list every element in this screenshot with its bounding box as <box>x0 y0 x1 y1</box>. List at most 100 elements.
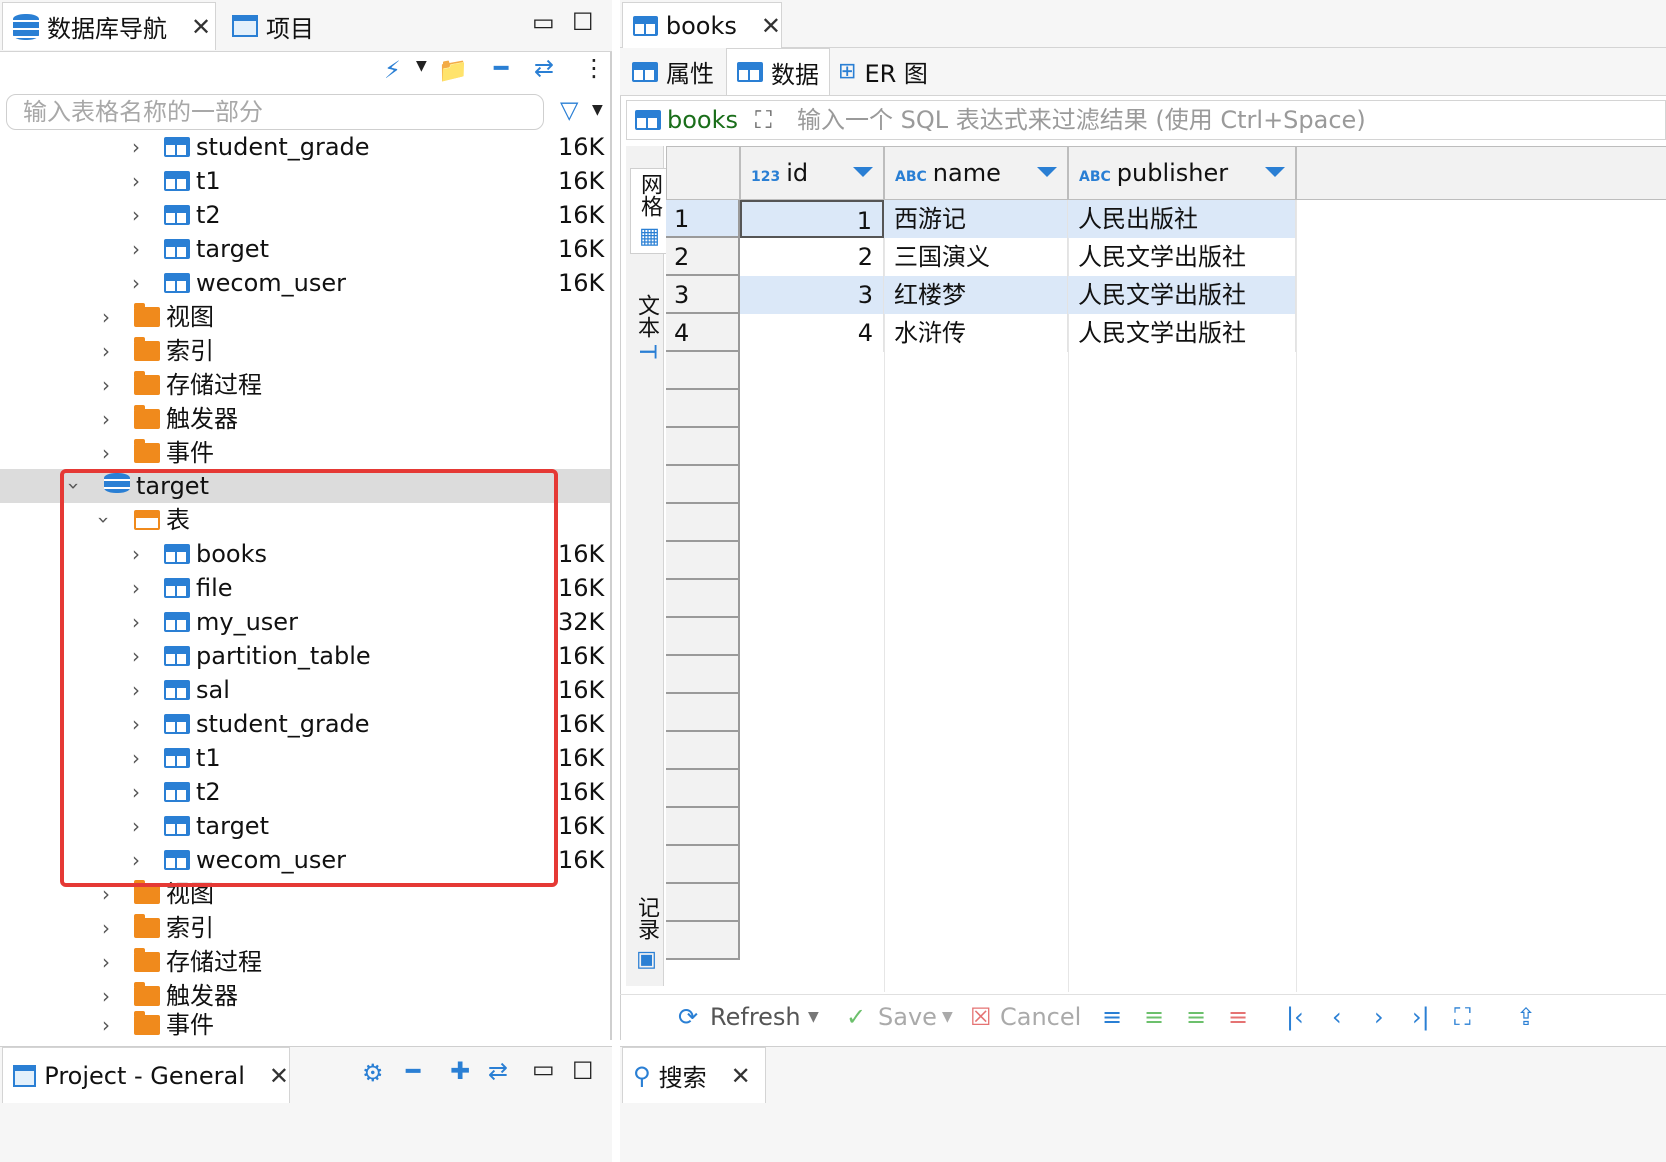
cell-id[interactable]: 4 <box>740 314 884 352</box>
link-editor-icon[interactable]: ⇄ <box>534 54 554 82</box>
fetch-all-icon[interactable]: ⛶ <box>1454 1003 1471 1031</box>
cell-id[interactable]: 2 <box>740 238 884 276</box>
tab-books[interactable]: books ✕ <box>622 2 782 48</box>
table-row[interactable]: 3 3 红楼梦 人民文学出版社 <box>666 276 1666 314</box>
tree-item-procedures[interactable]: › 存储过程 <box>0 368 610 402</box>
column-header-name[interactable]: ABC name <box>884 146 1068 200</box>
minimize-icon[interactable]: ▭ <box>532 1055 555 1083</box>
minimize-icon[interactable]: ▭ <box>532 8 555 36</box>
close-icon[interactable]: ✕ <box>269 1062 289 1090</box>
add-row-icon[interactable]: ≡ <box>1144 1003 1164 1031</box>
cancel-icon[interactable]: ☒ <box>970 1003 992 1031</box>
chevron-right-icon[interactable]: › <box>102 334 110 368</box>
tree-item-triggers[interactable]: › 触发器 <box>0 402 610 436</box>
refresh-icon[interactable]: ⟳ <box>678 1003 698 1031</box>
more-icon[interactable]: ⋮ <box>582 54 606 82</box>
cell-id[interactable]: 3 <box>740 276 884 314</box>
collapse-icon[interactable]: ━ <box>406 1057 420 1085</box>
refresh-button[interactable]: Refresh <box>710 1003 801 1031</box>
tab-project-general[interactable]: Project - General ✕ <box>2 1047 290 1103</box>
link-editor-icon[interactable]: ⇄ <box>488 1057 508 1085</box>
tree-item-table[interactable]: › student_grade 16K <box>0 130 610 164</box>
next-page-icon[interactable]: › <box>1374 1003 1384 1031</box>
collapse-icon[interactable]: ━ <box>494 54 508 82</box>
chevron-right-icon[interactable]: › <box>102 1008 110 1038</box>
tree-item-procedures[interactable]: › 存储过程 <box>0 945 610 979</box>
first-page-icon[interactable]: |‹ <box>1286 1003 1304 1031</box>
chevron-down-icon[interactable]: ▼ <box>942 1009 953 1025</box>
cell-publisher[interactable]: 人民出版社 <box>1068 200 1296 238</box>
tree-item-indexes[interactable]: › 索引 <box>0 334 610 368</box>
close-icon[interactable]: ✕ <box>191 13 211 41</box>
copy-row-icon[interactable]: ≡ <box>1186 1003 1206 1031</box>
close-icon[interactable]: ✕ <box>731 1062 751 1090</box>
chevron-right-icon[interactable]: › <box>102 911 110 945</box>
cell-publisher[interactable]: 人民文学出版社 <box>1068 238 1296 276</box>
tree-item-views[interactable]: › 视图 <box>0 300 610 334</box>
tab-database-navigator[interactable]: 数据库导航 ✕ <box>2 2 216 50</box>
new-folder-icon[interactable]: 📁 <box>438 56 468 84</box>
previous-page-icon[interactable]: ‹ <box>1332 1003 1342 1031</box>
chevron-down-icon[interactable]: ▼ <box>808 1009 819 1025</box>
chevron-right-icon[interactable]: › <box>102 368 110 402</box>
export-icon[interactable]: ⇪ <box>1516 1003 1536 1031</box>
filter-icon[interactable]: ▽ <box>560 96 578 124</box>
grid-view-toggle[interactable]: 网格 ▦ <box>630 168 668 254</box>
column-header-publisher[interactable]: ABC publisher <box>1068 146 1296 200</box>
tree-item-table[interactable]: › t1 16K <box>0 164 610 198</box>
cell-name[interactable]: 三国演义 <box>884 238 1068 276</box>
sort-arrow-icon[interactable] <box>1037 167 1057 177</box>
tab-search[interactable]: ⚲ 搜索 ✕ <box>622 1047 766 1103</box>
chevron-down-icon[interactable]: ▼ <box>416 58 427 74</box>
maximize-icon[interactable]: ☐ <box>572 8 594 36</box>
table-row[interactable]: 2 2 三国演义 人民文学出版社 <box>666 238 1666 276</box>
tab-data[interactable]: 数据 <box>726 48 830 95</box>
chevron-right-icon[interactable]: › <box>132 164 140 198</box>
chevron-right-icon[interactable]: › <box>132 266 140 300</box>
tree-item-events[interactable]: › 事件 <box>0 1008 610 1038</box>
tab-project[interactable]: 项目 <box>222 2 372 50</box>
cell-name[interactable]: 水浒传 <box>884 314 1068 352</box>
tree-item-table[interactable]: › target 16K <box>0 232 610 266</box>
expand-icon[interactable]: ⛶ <box>755 101 772 139</box>
gear-icon[interactable]: ⚙ <box>362 1059 384 1087</box>
cell-name[interactable]: 西游记 <box>884 200 1068 238</box>
chevron-right-icon[interactable]: › <box>102 436 110 470</box>
table-row[interactable]: 4 4 水浒传 人民文学出版社 <box>666 314 1666 352</box>
chevron-right-icon[interactable]: › <box>102 300 110 334</box>
tab-properties[interactable]: 属性 <box>622 48 724 95</box>
chevron-right-icon[interactable]: › <box>102 945 110 979</box>
cell-id[interactable]: 1 <box>740 200 884 238</box>
delete-row-icon[interactable]: ≡ <box>1228 1003 1248 1031</box>
maximize-icon[interactable]: ☐ <box>572 1057 594 1085</box>
tab-er-diagram[interactable]: ⊞ ER 图 <box>828 48 938 95</box>
cell-publisher[interactable]: 人民文学出版社 <box>1068 276 1296 314</box>
add-icon[interactable]: ✚ <box>450 1057 470 1085</box>
check-icon[interactable]: ✓ <box>846 1003 866 1031</box>
save-button[interactable]: Save <box>878 1003 937 1031</box>
edit-row-icon[interactable]: ≡ <box>1102 1003 1122 1031</box>
record-view-toggle[interactable]: 记录 ▣ <box>630 896 662 972</box>
cell-publisher[interactable]: 人民文学出版社 <box>1068 314 1296 352</box>
chevron-down-icon[interactable]: ▼ <box>592 102 603 118</box>
sort-arrow-icon[interactable] <box>1265 167 1285 177</box>
last-page-icon[interactable]: ›| <box>1412 1003 1430 1031</box>
tree-item-events[interactable]: › 事件 <box>0 436 610 470</box>
chevron-right-icon[interactable]: › <box>102 402 110 436</box>
chevron-right-icon[interactable]: › <box>132 232 140 266</box>
tree-item-indexes[interactable]: › 索引 <box>0 911 610 945</box>
cell-name[interactable]: 红楼梦 <box>884 276 1068 314</box>
text-view-toggle[interactable]: 文本 T <box>630 294 662 358</box>
close-icon[interactable]: ✕ <box>761 12 781 40</box>
sort-arrow-icon[interactable] <box>853 167 873 177</box>
chevron-right-icon[interactable]: › <box>132 198 140 232</box>
column-header-id[interactable]: 123 id <box>740 146 884 200</box>
chevron-right-icon[interactable]: › <box>132 130 140 164</box>
cancel-button[interactable]: Cancel <box>1000 1003 1081 1031</box>
connect-plug-icon[interactable]: ⚡ <box>384 56 401 84</box>
sql-filter-bar[interactable]: books ⛶ 输入一个 SQL 表达式来过滤结果 (使用 Ctrl+Space… <box>626 100 1666 140</box>
tree-item-table[interactable]: › t2 16K <box>0 198 610 232</box>
table-name-filter-input[interactable]: 输入表格名称的一部分 <box>6 94 544 130</box>
table-row[interactable]: 1 1 西游记 人民出版社 <box>666 200 1666 238</box>
tree-item-table[interactable]: › wecom_user 16K <box>0 266 610 300</box>
